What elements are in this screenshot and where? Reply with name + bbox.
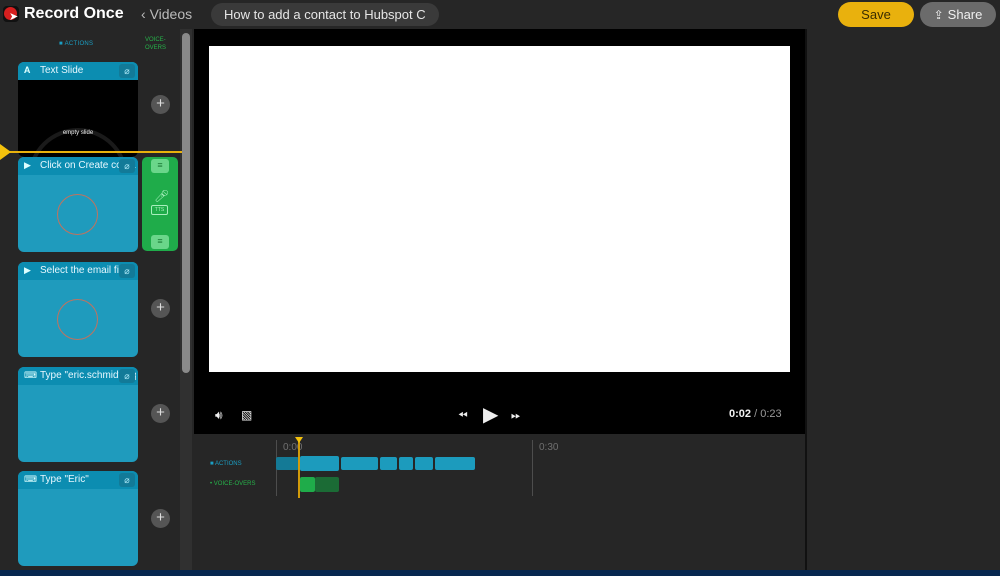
timeline-action-segment[interactable] (415, 457, 433, 470)
voiceovers-column-header: VOICE- OVERS (145, 37, 167, 51)
right-panel (805, 29, 1000, 570)
timeline-tick (532, 440, 533, 496)
video-title-input[interactable]: How to add a contact to Hubspot C (211, 3, 439, 26)
text-to-speech-icon: TTS (151, 205, 168, 215)
share-icon: ⇪ (933, 8, 944, 22)
fast-forward-icon[interactable]: ⏩︎ (511, 408, 521, 423)
taskbar (0, 570, 1000, 576)
voiceover-block[interactable]: ≡ 🎤︎ TTS ≡ (142, 157, 178, 251)
eye-hidden-icon[interactable]: ⌀ (119, 473, 135, 487)
rewind-icon[interactable]: ⏪︎ (458, 408, 468, 423)
action-card-text-slide[interactable]: empty slide 𝐀 Text Slide ⌀ (18, 62, 138, 157)
playhead-marker-line (0, 151, 182, 153)
timeline-action-segment[interactable] (341, 457, 378, 470)
text-slide-icon: 𝐀 (24, 65, 31, 75)
actions-sidebar: ■ ACTIONS VOICE- OVERS empty slide 𝐀 Text… (0, 29, 194, 570)
keyboard-icon: ⌨ (24, 474, 37, 484)
top-bar: ➤ Record Once ‹ Videos How to add a cont… (0, 0, 1000, 29)
microphone-icon: 🎤︎ (154, 189, 170, 203)
timeline: ■ ACTIONS • VOICE-OVERS 0:00 0:30 (194, 434, 805, 570)
click-target-circle (57, 299, 98, 340)
click-target-circle (57, 194, 98, 235)
timeline-playhead[interactable] (298, 438, 300, 498)
drag-handle-top-icon[interactable]: ≡ (151, 159, 169, 173)
keyboard-icon: ⌨ (24, 370, 37, 380)
record-once-logo-icon[interactable]: ➤ (3, 6, 19, 23)
back-label: Videos (149, 6, 193, 22)
play-icon[interactable]: ▶ (483, 402, 498, 427)
captions-icon[interactable]: ▧ (241, 408, 252, 422)
sidebar-scrollbar[interactable] (182, 33, 190, 373)
timeline-action-segment[interactable] (435, 457, 475, 470)
add-voiceover-button[interactable]: + (151, 509, 170, 528)
playhead-handle-icon[interactable] (295, 437, 303, 443)
drag-handle-bottom-icon[interactable]: ≡ (151, 235, 169, 249)
camera-icon: ■ (210, 461, 214, 467)
volume-icon[interactable]: 🔊︎ (215, 408, 223, 423)
timeline-tick-label: 0:30 (539, 442, 559, 453)
share-button[interactable]: ⇪ Share (920, 2, 996, 27)
share-label: Share (947, 7, 983, 22)
add-voiceover-button[interactable]: + (151, 299, 170, 318)
video-player: 🔊︎ ▧ ⏪︎ ▶ ⏩︎ 0:02 / 0:23 (194, 29, 805, 434)
timeline-action-segment[interactable] (276, 457, 299, 470)
action-card-type[interactable]: ⌨ Type "Eric" ⌀ (18, 471, 138, 566)
cursor-icon: ▶ (24, 160, 31, 170)
eye-hidden-icon[interactable]: ⌀ (119, 264, 135, 278)
save-button[interactable]: Save (838, 2, 914, 27)
video-preview[interactable] (209, 46, 790, 372)
actions-column-header: ■ ACTIONS (59, 41, 94, 47)
timeline-voiceover-segment[interactable] (315, 477, 339, 492)
slide-preview-text: empty slide (62, 130, 94, 136)
timeline-action-segment[interactable] (300, 456, 339, 471)
eye-hidden-icon[interactable]: ⌀ (119, 64, 135, 78)
chevron-left-icon: ‹ (141, 6, 146, 22)
timeline-voiceover-segment[interactable] (300, 477, 315, 492)
timeline-voiceovers-label: • VOICE-OVERS (210, 481, 256, 487)
timeline-actions-label: ■ ACTIONS (210, 461, 242, 467)
add-voiceover-button[interactable]: + (151, 95, 170, 114)
app-brand: Record Once (24, 5, 124, 22)
action-card-type[interactable]: ⌨ Type "eric.schmidt@gc ⌀ (18, 367, 138, 462)
timeline-action-segment[interactable] (399, 457, 413, 470)
eye-hidden-icon[interactable]: ⌀ (119, 159, 135, 173)
microphone-icon: • (210, 481, 213, 487)
eye-hidden-icon[interactable]: ⌀ (119, 369, 135, 383)
camera-icon: ■ (59, 41, 63, 47)
add-voiceover-button[interactable]: + (151, 404, 170, 423)
timeline-action-segment[interactable] (380, 457, 397, 470)
cursor-icon: ▶ (24, 265, 31, 275)
back-to-videos-link[interactable]: ‹ Videos (141, 6, 192, 22)
playback-time: 0:02 / 0:23 (729, 408, 782, 420)
playhead-marker-icon[interactable] (0, 144, 11, 160)
action-card-click[interactable]: ▶ Click on Create contac ⌀ (18, 157, 138, 252)
action-card-click[interactable]: ▶ Select the email field ⌀ (18, 262, 138, 357)
